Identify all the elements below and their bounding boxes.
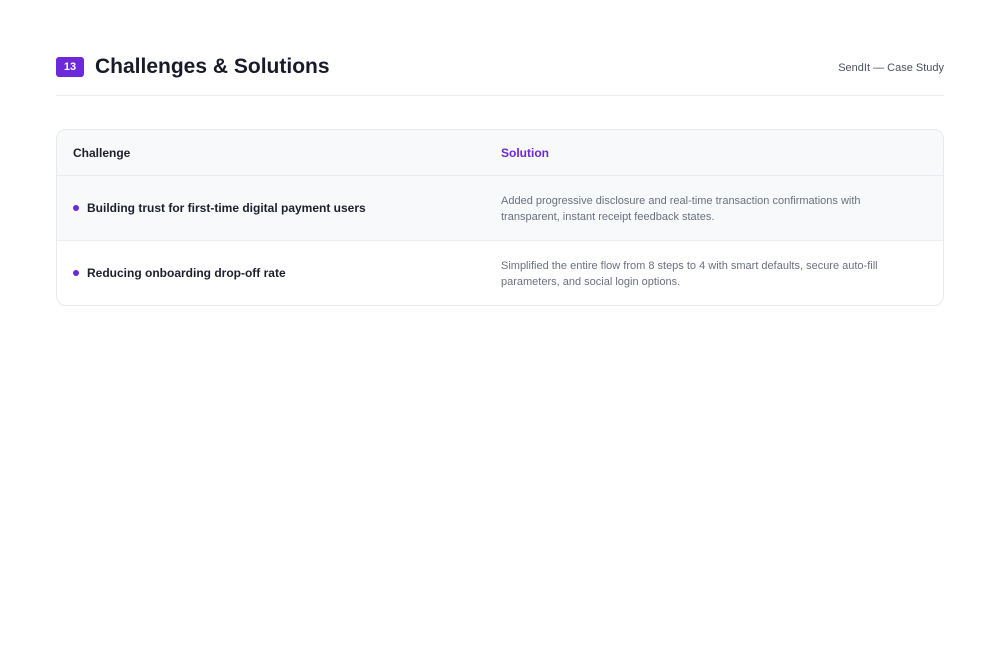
slide-header: 13 Challenges & Solutions SendIt — Case … [56, 55, 944, 96]
solution-cell: Simplified the entire flow from 8 steps … [501, 260, 878, 288]
column-header-solution: Solution [501, 146, 549, 160]
document-label: SendIt — Case Study [838, 62, 944, 74]
challenge-cell: Building trust for first-time digital pa… [87, 201, 366, 215]
slide-number-badge: 13 [56, 57, 84, 77]
bullet-dot-icon [73, 205, 79, 211]
table-row: Building trust for first-time digital pa… [57, 176, 943, 241]
bullet-dot-icon [73, 270, 79, 276]
column-header-challenge: Challenge [73, 146, 131, 160]
table-row: Reducing onboarding drop-off rate Simpli… [57, 241, 943, 305]
solution-cell: Added progressive disclosure and real-ti… [501, 195, 861, 223]
challenges-table: Challenge Solution Building trust for fi… [56, 129, 944, 306]
table-header-row: Challenge Solution [57, 130, 943, 176]
challenge-cell: Reducing onboarding drop-off rate [87, 266, 286, 280]
page-title: Challenges & Solutions [95, 55, 330, 78]
